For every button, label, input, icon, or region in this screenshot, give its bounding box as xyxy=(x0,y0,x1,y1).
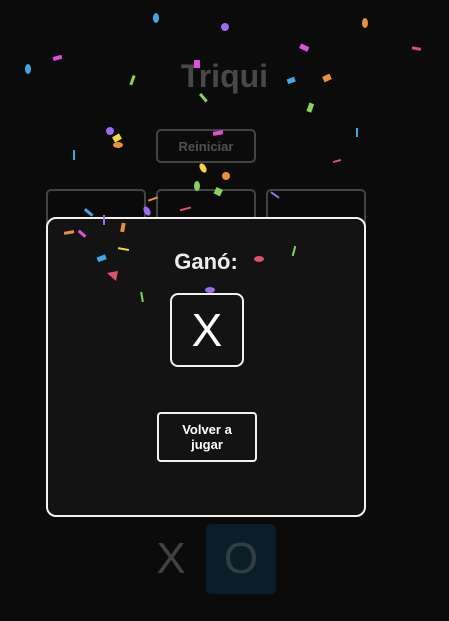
confetti-piece xyxy=(106,127,114,135)
confetti-piece xyxy=(332,158,342,164)
confetti-piece xyxy=(306,102,315,113)
winner-label: Ganó: xyxy=(174,249,238,274)
player-x-indicator: X xyxy=(156,534,186,583)
confetti-piece xyxy=(199,163,207,173)
confetti-piece xyxy=(113,142,123,148)
confetti-piece xyxy=(299,43,310,52)
confetti-piece xyxy=(356,128,358,137)
confetti-piece xyxy=(153,13,159,23)
confetti-piece xyxy=(222,172,230,180)
confetti-piece xyxy=(221,23,229,31)
confetti-piece xyxy=(362,18,368,28)
winner-modal: Ganó: X Volver a jugar xyxy=(46,217,366,517)
confetti-piece xyxy=(73,150,75,160)
winner-symbol: X xyxy=(170,293,244,367)
page-title: Triqui xyxy=(180,58,269,94)
confetti-piece xyxy=(112,133,122,143)
confetti-piece xyxy=(411,46,422,51)
player-o-indicator: O xyxy=(206,524,276,594)
reset-button[interactable]: Reiniciar xyxy=(156,129,256,163)
play-again-button[interactable]: Volver a jugar xyxy=(157,412,257,462)
